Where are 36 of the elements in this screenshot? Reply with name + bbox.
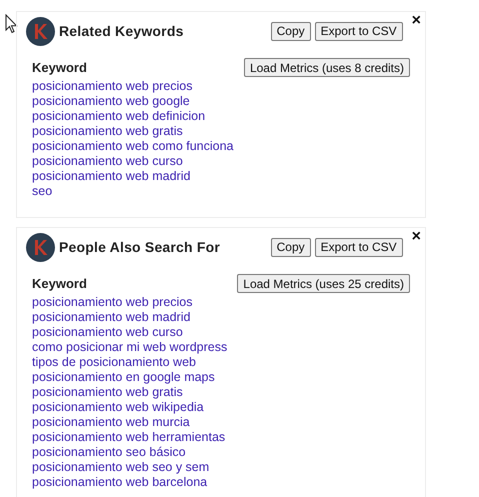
- keyword-link[interactable]: posicionamiento web precios: [32, 295, 228, 310]
- close-button[interactable]: ×: [412, 14, 421, 28]
- cursor-icon: [5, 14, 18, 34]
- keyword-link[interactable]: posicionamiento web precios: [32, 79, 234, 94]
- keyword-link[interactable]: posicionamiento web seo y sem: [32, 460, 228, 475]
- keyword-link[interactable]: posicionamiento en google maps: [32, 370, 228, 385]
- keyword-link[interactable]: posicionamiento web gratis: [32, 385, 228, 400]
- panel-title: People Also Search For: [59, 239, 222, 255]
- keyword-link[interactable]: posicionamiento web murcia: [32, 415, 228, 430]
- column-header: Keyword: [32, 60, 88, 75]
- action-button[interactable]: Export to CSV: [314, 238, 403, 256]
- keyword-link[interactable]: posicionamiento web barcelona: [32, 475, 228, 490]
- keyword-link[interactable]: posicionamiento web como funciona: [32, 139, 234, 154]
- logo-icon: [26, 232, 55, 262]
- action-button[interactable]: Copy: [270, 238, 311, 256]
- column-header: Keyword: [32, 276, 88, 291]
- close-button[interactable]: ×: [412, 230, 421, 244]
- keyword-link[interactable]: posicionamiento web definicion: [32, 109, 234, 124]
- keyword-link[interactable]: seo: [32, 184, 234, 199]
- logo-icon: [26, 16, 55, 46]
- keyword-link[interactable]: posicionamiento seo básico: [32, 445, 228, 460]
- keyword-link[interactable]: posicionamiento web curso: [32, 154, 234, 169]
- keyword-link[interactable]: posicionamiento web wikipedia: [32, 400, 228, 415]
- keyword-link[interactable]: posicionamiento web google: [32, 94, 234, 109]
- load-metrics-button[interactable]: Load Metrics (uses 8 credits): [244, 58, 410, 77]
- keyword-link[interactable]: posicionamiento web madrid: [32, 169, 234, 184]
- keyword-link[interactable]: posicionamiento web gratis: [32, 124, 234, 139]
- keyword-link[interactable]: como posicionar mi web wordpress: [32, 340, 228, 355]
- keyword-link[interactable]: posicionamiento web madrid: [32, 310, 228, 325]
- keyword-link[interactable]: posicionamiento web herramientas: [32, 430, 228, 445]
- action-button[interactable]: Export to CSV: [314, 22, 403, 40]
- keyword-link[interactable]: posicionamiento web curso: [32, 325, 228, 340]
- keyword-link[interactable]: tipos de posicionamiento web: [32, 355, 228, 370]
- load-metrics-button[interactable]: Load Metrics (uses 25 credits): [237, 274, 410, 293]
- panel-title: Related Keywords: [59, 23, 185, 39]
- action-button[interactable]: Copy: [270, 22, 311, 40]
